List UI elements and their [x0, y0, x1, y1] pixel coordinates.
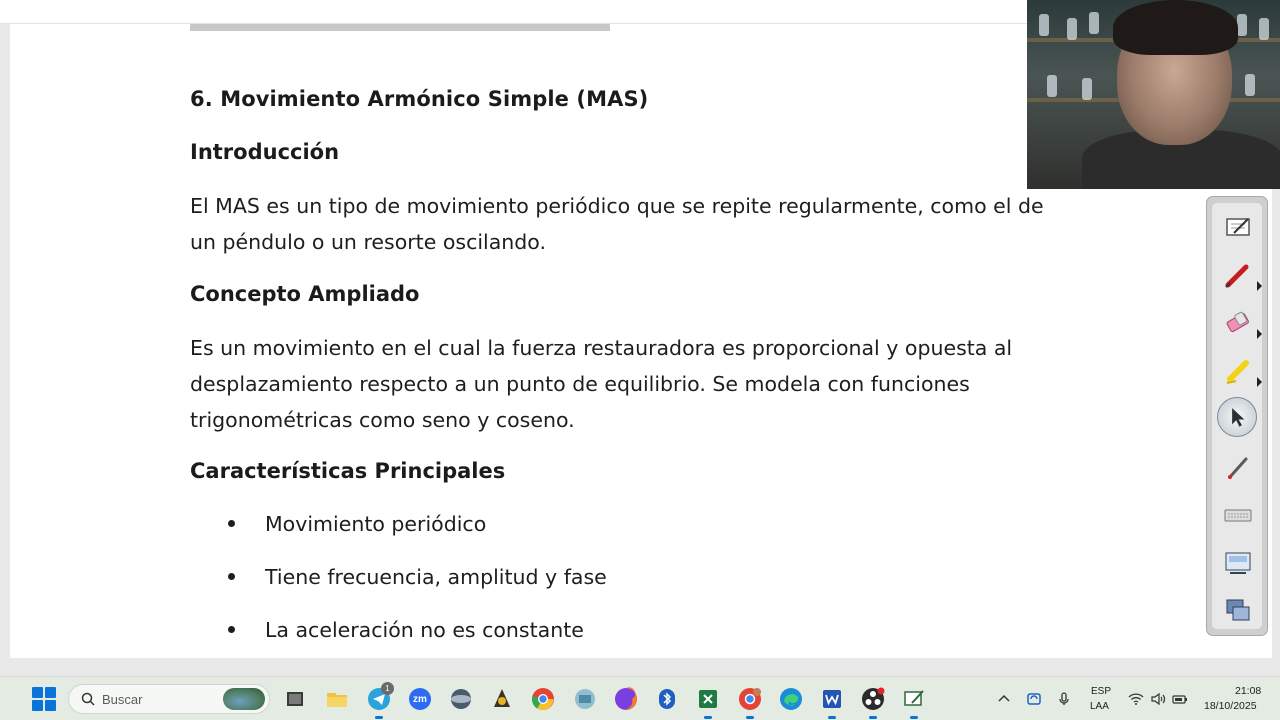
- list-item: Tiene frecuencia, amplitud y fase: [228, 565, 607, 589]
- eraser-icon[interactable]: [1216, 301, 1262, 345]
- bottle: [1089, 12, 1099, 34]
- keyboard-layout[interactable]: LAA: [1090, 701, 1109, 712]
- presenter-hair: [1113, 0, 1238, 55]
- clock-time[interactable]: 21:08: [1235, 685, 1261, 697]
- start-tile: [32, 687, 43, 698]
- taskbar-search-box[interactable]: Buscar: [68, 684, 270, 714]
- app-icon[interactable]: [446, 684, 476, 714]
- chrome-icon[interactable]: [528, 684, 558, 714]
- sync-icon[interactable]: [1024, 689, 1044, 709]
- task-view-icon[interactable]: [280, 684, 310, 714]
- chrome-profile-icon[interactable]: [735, 684, 765, 719]
- webcam-overlay: [1027, 0, 1280, 189]
- speaker-icon[interactable]: [1148, 689, 1168, 709]
- notepad-icon[interactable]: [1216, 205, 1260, 249]
- chevron-up-icon[interactable]: [994, 689, 1014, 709]
- bottle: [1245, 74, 1255, 96]
- bottle: [1047, 75, 1057, 97]
- list-item-text: La aceleración no es constante: [265, 618, 584, 642]
- app-icon-3[interactable]: [570, 684, 600, 714]
- screen-capture-icon[interactable]: [1216, 541, 1260, 585]
- annotate-icon[interactable]: [899, 684, 929, 719]
- cursor-icon[interactable]: [1217, 397, 1257, 437]
- start-tile: [32, 700, 43, 711]
- highlighter-icon[interactable]: [1216, 349, 1262, 393]
- bluetooth-icon[interactable]: [652, 684, 682, 714]
- clock-date[interactable]: 18/10/2025: [1204, 700, 1257, 712]
- concept-title: Concepto Ampliado: [190, 282, 420, 306]
- list-item-text: Tiene frecuencia, amplitud y fase: [265, 565, 607, 589]
- folder-icon[interactable]: [322, 684, 352, 714]
- microphone-icon[interactable]: [1054, 689, 1074, 709]
- expand-arrow-icon[interactable]: [1257, 281, 1262, 291]
- firefox-icon[interactable]: [611, 684, 641, 714]
- concept-line-3: trigonométricas como seno y coseno.: [190, 408, 575, 432]
- wifi-icon[interactable]: [1126, 689, 1146, 709]
- bottle: [1259, 18, 1269, 40]
- windows-start-icon[interactable]: [32, 687, 56, 711]
- intro-line-2: un péndulo o un resorte oscilando.: [190, 230, 546, 254]
- system-tray: ESP LAA 21:08 18/10/2025: [990, 677, 1280, 720]
- intro-paragraph: El MAS es un tipo de movimiento periódic…: [190, 188, 1095, 260]
- list-item: Movimiento periódico: [228, 512, 486, 536]
- expand-arrow-icon[interactable]: [1257, 377, 1262, 387]
- intro-line-1: El MAS es un tipo de movimiento periódic…: [190, 194, 1044, 218]
- section-heading: 6. Movimiento Armónico Simple (MAS): [190, 87, 649, 111]
- red-pen-icon[interactable]: [1216, 253, 1262, 297]
- language-code[interactable]: ESP: [1091, 686, 1111, 697]
- bullet-icon: [228, 572, 235, 580]
- display-icon[interactable]: [1216, 589, 1260, 633]
- obs-icon[interactable]: [858, 684, 888, 719]
- search-highlight-image: [223, 688, 265, 710]
- zoom-icon[interactable]: zm: [405, 684, 435, 714]
- ink-toolbar: [1206, 196, 1268, 636]
- concept-line-1: Es un movimiento en el cual la fuerza re…: [190, 336, 1013, 360]
- start-tile: [45, 687, 56, 698]
- concept-line-2: desplazamiento respecto a un punto de eq…: [190, 372, 970, 396]
- bottle: [1039, 14, 1049, 36]
- taskbar: Buscar 1 zm ESP LAA 21:08 18/10/2025: [0, 676, 1280, 720]
- search-placeholder: Buscar: [102, 692, 143, 707]
- laser-pointer-icon[interactable]: [1216, 445, 1260, 489]
- notification-badge: 1: [381, 682, 394, 695]
- list-item-text: Movimiento periódico: [265, 512, 487, 536]
- bullet-icon: [228, 519, 235, 527]
- features-title: Características Principales: [190, 459, 506, 483]
- bottle: [1067, 18, 1077, 40]
- bottle: [1237, 14, 1247, 36]
- expand-arrow-icon[interactable]: [1257, 329, 1262, 339]
- app-icon-2[interactable]: [487, 684, 517, 714]
- excel-icon[interactable]: [693, 684, 723, 719]
- zoom-label: zm: [413, 693, 427, 705]
- edge-icon[interactable]: [776, 684, 806, 714]
- list-item: La aceleración no es constante: [228, 618, 584, 642]
- telegram-icon[interactable]: 1: [364, 682, 394, 719]
- keyboard-icon[interactable]: [1216, 493, 1260, 537]
- word-icon[interactable]: [817, 684, 847, 719]
- start-tile: [45, 700, 56, 711]
- scroll-indicator[interactable]: [190, 24, 610, 31]
- battery-icon[interactable]: [1170, 689, 1190, 709]
- concept-paragraph: Es un movimiento en el cual la fuerza re…: [190, 330, 1095, 438]
- bottle: [1082, 78, 1092, 100]
- search-icon: [81, 692, 95, 706]
- bullet-icon: [228, 625, 235, 633]
- intro-title: Introducción: [190, 140, 340, 164]
